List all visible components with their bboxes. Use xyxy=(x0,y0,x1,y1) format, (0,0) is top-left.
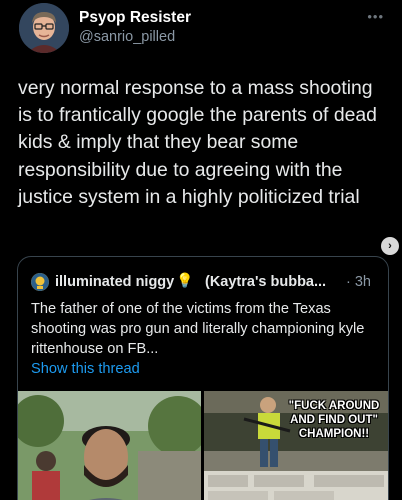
more-options-icon[interactable]: ••• xyxy=(367,9,384,24)
chevron-right-icon[interactable]: › xyxy=(381,237,399,255)
quoted-author-avatar xyxy=(31,273,49,291)
quoted-tweet-card[interactable]: illuminated niggy 💡 (Kaytra's bubba... ·… xyxy=(17,256,389,500)
tweet-text: very normal response to a mass shooting … xyxy=(18,77,377,208)
show-thread-link[interactable]: Show this thread xyxy=(31,361,140,377)
meme-overlay-text: "FUCK AROUND AND FIND OUT" CHAMPION!! xyxy=(288,400,380,440)
quoted-avatar-icon xyxy=(31,273,49,291)
author-handle[interactable]: @sanrio_pilled xyxy=(79,29,175,45)
author-avatar[interactable] xyxy=(19,3,69,53)
tweet-page: Psyop Resister @sanrio_pilled ••• very n… xyxy=(0,0,402,500)
quoted-tweet-text: The father of one of the victims from th… xyxy=(31,301,365,357)
author-display-name[interactable]: Psyop Resister xyxy=(79,9,191,27)
lightbulb-icon: 💡 xyxy=(176,272,194,288)
portrait-photo-icon xyxy=(18,391,201,500)
quoted-image-right[interactable]: "FUCK AROUND AND FIND OUT" CHAMPION!! xyxy=(204,391,388,500)
quoted-author-name: illuminated niggy xyxy=(55,274,175,290)
quoted-timestamp: · 3h xyxy=(346,274,371,290)
quoted-author-subtitle: (Kaytra's bubba... xyxy=(205,274,327,290)
avatar-man-glasses-icon xyxy=(19,3,69,53)
quoted-image-left[interactable] xyxy=(18,391,201,500)
